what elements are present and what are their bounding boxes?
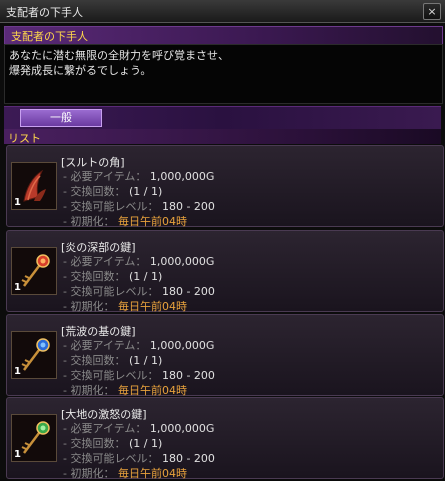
npc-name: 支配者の下手人 — [11, 30, 88, 43]
reset-label: - 初期化： — [63, 467, 118, 480]
item-exchange-count: - 交換回数： (1 / 1) — [63, 352, 162, 368]
flame-key-icon — [21, 254, 50, 287]
reset-value: 毎日午前04時 — [117, 300, 187, 313]
list-item-horn[interactable]: 1 [スルトの角] - 必要アイテム： 1,000,000G - 交換回数： (… — [6, 145, 444, 229]
item-quantity: 1 — [14, 282, 21, 293]
description-line-1: あなたに潜む無限の全財力を呼び覚まさせ、 — [9, 49, 229, 62]
exchange-count-value: (1 / 1) — [128, 437, 163, 450]
exchange-count-value: (1 / 1) — [128, 185, 163, 198]
item-reset: - 初期化： 毎日午前04時 — [63, 382, 187, 398]
wave-key-icon — [21, 338, 50, 371]
tab-row: 一般 — [4, 106, 441, 129]
level-range-value: 180 - 200 — [161, 369, 215, 382]
requirement-label: - 必要アイテム： — [63, 339, 150, 352]
item-exchange-count: - 交換回数： (1 / 1) — [63, 268, 162, 284]
reset-value: 毎日午前04時 — [117, 467, 187, 480]
window-title: 支配者の下手人 — [6, 6, 83, 19]
item-requirement: - 必要アイテム： 1,000,000G — [63, 168, 214, 184]
item-level-range: - 交換可能レベル： 180 - 200 — [63, 367, 215, 383]
reset-value: 毎日午前04時 — [117, 384, 187, 397]
list-header: リスト — [4, 129, 441, 145]
description-box: あなたに潜む無限の全財力を呼び覚まさせ、 爆発成長に繋がるでしょう。 — [4, 44, 443, 104]
item-slot: 1 — [11, 247, 57, 295]
item-requirement: - 必要アイテム： 1,000,000G — [63, 253, 214, 269]
exchange-count-label: - 交換回数： — [63, 185, 129, 198]
earth-key-icon — [21, 421, 50, 454]
requirement-label: - 必要アイテム： — [63, 170, 150, 183]
level-range-value: 180 - 200 — [161, 285, 215, 298]
item-requirement: - 必要アイテム： 1,000,000G — [63, 420, 214, 436]
exchange-count-value: (1 / 1) — [128, 270, 163, 283]
reset-label: - 初期化： — [63, 384, 118, 397]
level-range-label: - 交換可能レベル： — [63, 369, 162, 382]
requirement-label: - 必要アイテム： — [63, 422, 150, 435]
requirement-value: 1,000,000G — [149, 170, 215, 183]
list-item-wave-key[interactable]: 1 [荒波の基の鍵] - 必要アイテム： 1,000,000G - 交換回数： … — [6, 314, 444, 398]
horn-icon — [23, 169, 46, 202]
item-quantity: 1 — [14, 366, 21, 377]
tab-general[interactable]: 一般 — [20, 109, 102, 127]
reset-value: 毎日午前04時 — [117, 215, 187, 228]
reset-label: - 初期化： — [63, 300, 118, 313]
list-item-flame-key[interactable]: 1 [炎の深部の鍵] - 必要アイテム： 1,000,000G - 交換回数： … — [6, 230, 444, 314]
item-requirement: - 必要アイテム： 1,000,000G — [63, 337, 214, 353]
item-level-range: - 交換可能レベル： 180 - 200 — [63, 283, 215, 299]
requirement-value: 1,000,000G — [149, 339, 215, 352]
item-level-range: - 交換可能レベル： 180 - 200 — [63, 450, 215, 466]
requirement-label: - 必要アイテム： — [63, 255, 150, 268]
list-item-earth-key[interactable]: 1 [大地の激怒の鍵] - 必要アイテム： 1,000,000G - 交換回数：… — [6, 397, 444, 480]
item-quantity: 1 — [14, 449, 21, 460]
requirement-value: 1,000,000G — [149, 255, 215, 268]
exchange-count-value: (1 / 1) — [128, 354, 163, 367]
item-reset: - 初期化： 毎日午前04時 — [63, 213, 187, 229]
item-level-range: - 交換可能レベル： 180 - 200 — [63, 198, 215, 214]
close-button[interactable]: × — [423, 3, 441, 20]
level-range-value: 180 - 200 — [161, 452, 215, 465]
title-bar[interactable]: 支配者の下手人 × — [0, 0, 445, 23]
npc-name-bar: 支配者の下手人 — [4, 26, 443, 45]
level-range-label: - 交換可能レベル： — [63, 452, 162, 465]
exchange-count-label: - 交換回数： — [63, 270, 129, 283]
item-slot: 1 — [11, 331, 57, 379]
item-exchange-count: - 交換回数： (1 / 1) — [63, 435, 162, 451]
list-header-label: リスト — [8, 132, 41, 145]
level-range-label: - 交換可能レベル： — [63, 285, 162, 298]
item-slot: 1 — [11, 162, 57, 210]
level-range-label: - 交換可能レベル： — [63, 200, 162, 213]
description-line-2: 爆発成長に繋がるでしょう。 — [9, 64, 152, 77]
level-range-value: 180 - 200 — [161, 200, 215, 213]
item-exchange-count: - 交換回数： (1 / 1) — [63, 183, 162, 199]
reset-label: - 初期化： — [63, 215, 118, 228]
requirement-value: 1,000,000G — [149, 422, 215, 435]
item-slot: 1 — [11, 414, 57, 462]
item-quantity: 1 — [14, 197, 21, 208]
exchange-count-label: - 交換回数： — [63, 437, 129, 450]
item-reset: - 初期化： 毎日午前04時 — [63, 298, 187, 314]
exchange-count-label: - 交換回数： — [63, 354, 129, 367]
